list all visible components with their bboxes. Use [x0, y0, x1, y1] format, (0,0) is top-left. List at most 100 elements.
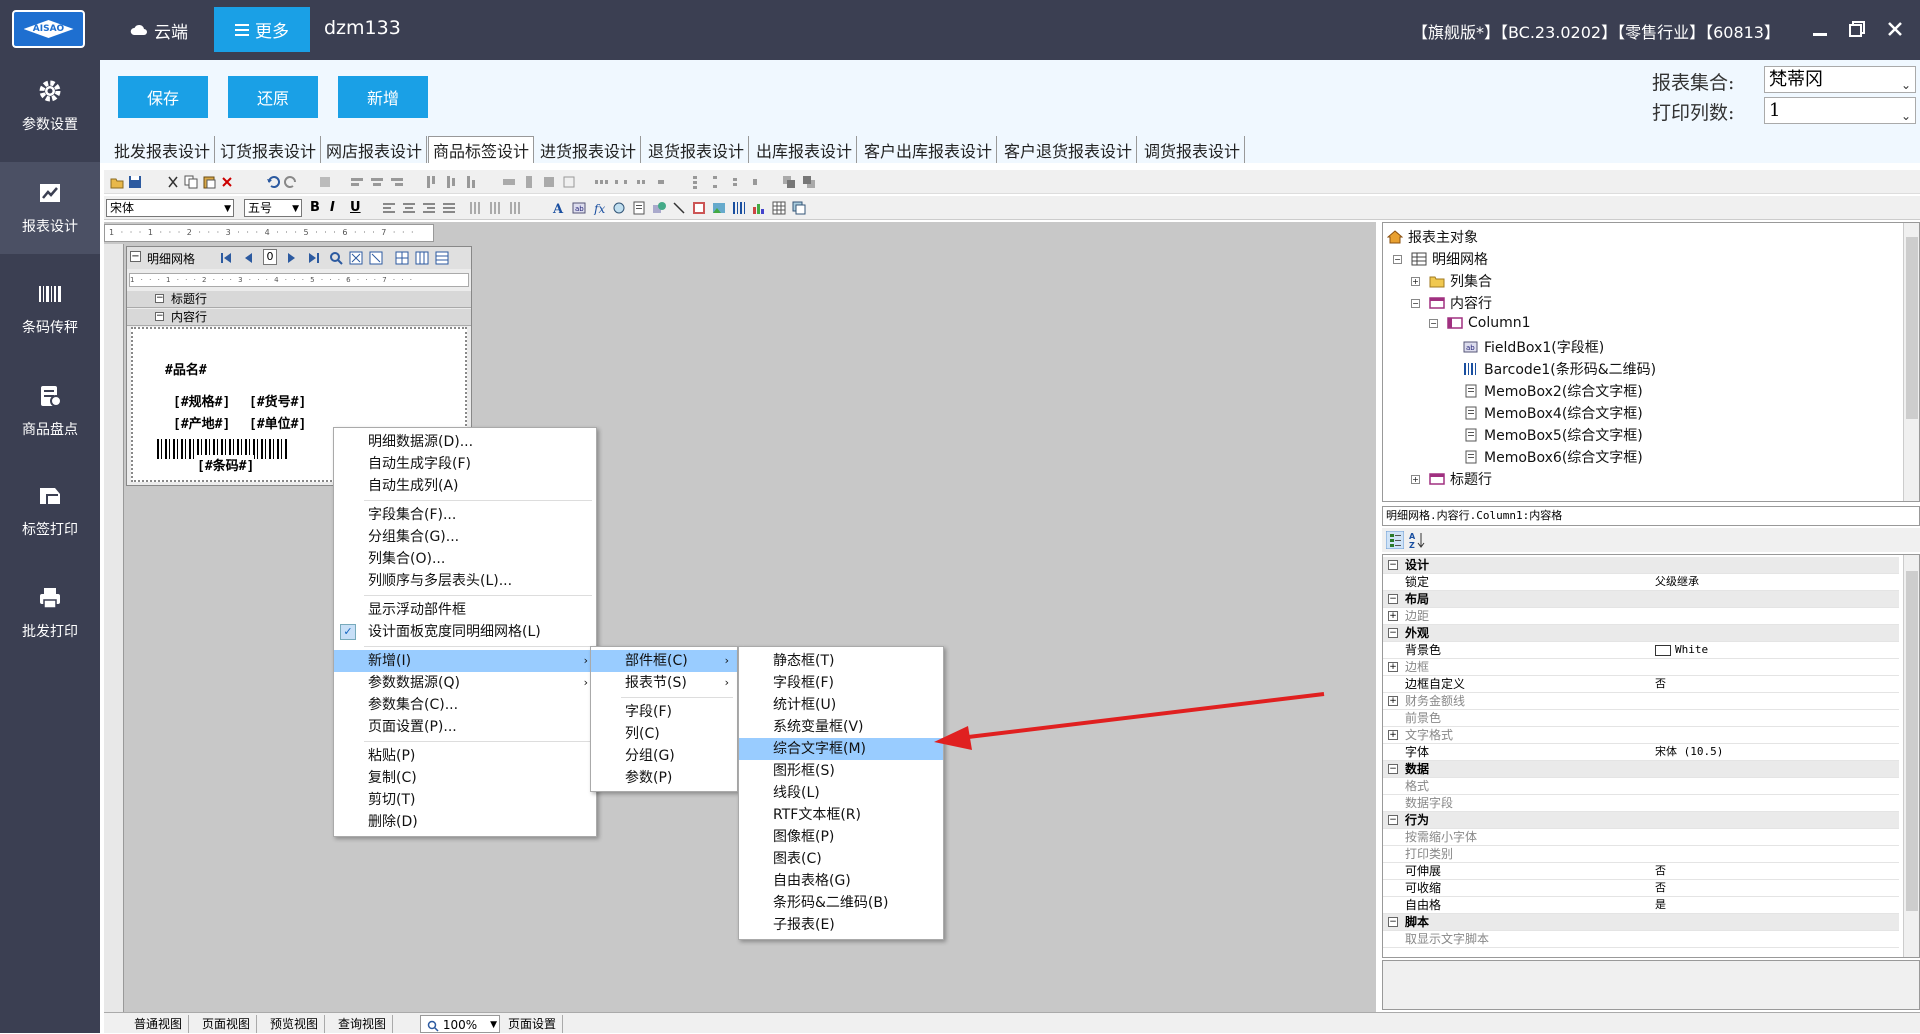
sidebar-item-report-design[interactable]: 报表设计 — [0, 162, 100, 254]
tree-item-fieldbox1[interactable]: ab FieldBox1(字段框) — [1463, 337, 1604, 357]
collapse-icon[interactable]: − — [1388, 917, 1398, 927]
tree-item-content-row[interactable]: − 内容行 — [1411, 293, 1492, 313]
shape-box-icon[interactable] — [652, 201, 666, 215]
vspace-dec-icon[interactable] — [728, 175, 742, 189]
tree-item-memobox6[interactable]: MemoBox6(综合文字框) — [1463, 447, 1643, 467]
align-top-icon[interactable] — [424, 175, 438, 189]
last-page-icon[interactable] — [307, 251, 321, 265]
prop-row[interactable]: + 边距 — [1383, 608, 1899, 625]
menu-item-copy[interactable]: 复制(C) — [334, 767, 596, 789]
next-page-icon[interactable] — [285, 251, 299, 265]
vspace-remove-icon[interactable] — [748, 175, 762, 189]
menu-item-column-order[interactable]: 列顺序与多层表头(L)... — [334, 570, 596, 592]
prop-row[interactable]: + 边框 — [1383, 659, 1899, 676]
scrollbar-thumb[interactable] — [1906, 237, 1918, 419]
align-left-icon[interactable] — [350, 175, 364, 189]
restore-button[interactable]: 还原 — [228, 76, 318, 118]
hspace-inc-icon[interactable] — [614, 175, 628, 189]
prop-row[interactable]: 背景色 White — [1383, 642, 1899, 659]
submenu-item-widget-box[interactable]: 部件框(C) › — [591, 650, 737, 672]
text-justify-icon[interactable] — [442, 201, 456, 215]
prev-page-icon[interactable] — [241, 251, 255, 265]
tree-item-column1[interactable]: − Column1 — [1429, 315, 1531, 331]
prop-row[interactable]: 数据字段 — [1383, 795, 1899, 812]
expand-icon[interactable]: + — [1411, 276, 1420, 286]
prop-row[interactable]: 锁定 父级继承 — [1383, 574, 1899, 591]
submenu-item-chart[interactable]: 图表(C) — [739, 848, 943, 870]
submenu-item-image-box[interactable]: 图像框(P) — [739, 826, 943, 848]
maximize-button[interactable] — [1842, 14, 1872, 44]
field-box-icon[interactable]: ab — [572, 201, 586, 215]
submenu-item-memo-box[interactable]: 综合文字框(M) — [739, 738, 943, 760]
tab-wholesale[interactable]: 批发报表设计 — [110, 136, 216, 163]
submenu-item-report-section[interactable]: 报表节(S) › — [591, 672, 737, 694]
insert-row-icon[interactable] — [349, 251, 363, 265]
cloud-button[interactable]: 云端 — [130, 16, 188, 44]
add-button[interactable]: 新增 — [338, 76, 428, 118]
undo-icon[interactable] — [266, 175, 280, 189]
prop-row[interactable]: + 文字格式 — [1383, 727, 1899, 744]
tree-item-barcode1[interactable]: Barcode1(条形码&二维码) — [1463, 359, 1656, 379]
prop-category[interactable]: − 行为 — [1383, 812, 1899, 829]
view-query[interactable]: 查询视图 — [332, 1015, 394, 1033]
prop-row[interactable]: 取显示文字脚本 — [1383, 931, 1899, 948]
tree-item-memobox2[interactable]: MemoBox2(综合文字框) — [1463, 381, 1643, 401]
prop-row[interactable]: 前景色 — [1383, 710, 1899, 727]
minimize-button[interactable] — [1805, 14, 1835, 44]
menu-item-column-collection[interactable]: 列集合(O)... — [334, 548, 596, 570]
align-right-icon[interactable] — [390, 175, 404, 189]
vspace-equal-icon[interactable] — [688, 175, 702, 189]
field-unit[interactable]: [#单位#] — [249, 413, 306, 432]
submenu-item-line[interactable]: 线段(L) — [739, 782, 943, 804]
tree-scrollbar[interactable] — [1903, 223, 1919, 501]
tree-item-memobox4[interactable]: MemoBox4(综合文字框) — [1463, 403, 1643, 423]
hspace-remove-icon[interactable] — [654, 175, 668, 189]
tab-online-store[interactable]: 网店报表设计 — [322, 136, 428, 163]
submenu-item-summary-box[interactable]: 统计框(U) — [739, 694, 943, 716]
submenu-item-field-box[interactable]: 字段框(F) — [739, 672, 943, 694]
submenu-item-subreport[interactable]: 子报表(E) — [739, 914, 943, 936]
tab-customer-return[interactable]: 客户退货报表设计 — [1000, 136, 1138, 163]
prop-row[interactable]: 打印类别 — [1383, 846, 1899, 863]
prop-category[interactable]: − 布局 — [1383, 591, 1899, 608]
property-object-path[interactable]: 明细网格.内容行.Column1:内容格 — [1382, 506, 1920, 526]
prop-row[interactable]: 字体 宋体 (10.5) — [1383, 744, 1899, 761]
submenu-item-column[interactable]: 列(C) — [591, 723, 737, 745]
view-normal[interactable]: 普通视图 — [128, 1015, 190, 1033]
collapse-icon[interactable]: − — [1388, 815, 1398, 825]
text-align-center-icon[interactable] — [402, 201, 416, 215]
same-height-icon[interactable] — [522, 175, 536, 189]
prop-row[interactable]: 自由格是 — [1383, 897, 1899, 914]
find-icon[interactable] — [329, 251, 343, 265]
line-icon[interactable] — [672, 201, 686, 215]
paste-icon[interactable] — [202, 175, 216, 189]
same-size-icon[interactable] — [542, 175, 556, 189]
align-middle-icon[interactable] — [444, 175, 458, 189]
field-item-code[interactable]: [#货号#] — [249, 391, 306, 410]
prop-category[interactable]: − 脚本 — [1383, 914, 1899, 931]
menu-item-field-collection[interactable]: 字段集合(F)... — [334, 504, 596, 526]
row-view-icon[interactable] — [435, 251, 449, 265]
tab-purchase[interactable]: 进货报表设计 — [536, 136, 642, 163]
tree-item-root[interactable]: 报表主对象 — [1387, 227, 1478, 247]
menu-item-add[interactable]: 新增(I) › — [334, 650, 596, 672]
page-number-input[interactable]: 0 — [263, 249, 277, 265]
sidebar-item-wholesale-print[interactable]: 批发打印 — [0, 567, 100, 659]
hspace-dec-icon[interactable] — [634, 175, 648, 189]
align-bottom-icon[interactable] — [464, 175, 478, 189]
scrollbar-thumb[interactable] — [1906, 571, 1918, 911]
print-cols-select[interactable]: 1 ⌄ — [1764, 97, 1916, 124]
submenu-item-free-table[interactable]: 自由表格(G) — [739, 870, 943, 892]
bring-front-icon[interactable] — [782, 175, 796, 189]
collapse-icon[interactable]: − — [1388, 628, 1398, 638]
submenu-item-param[interactable]: 参数(P) — [591, 767, 737, 789]
expand-icon[interactable]: + — [1388, 662, 1398, 672]
vspace-inc-icon[interactable] — [708, 175, 722, 189]
prop-category[interactable]: − 设计 — [1383, 557, 1899, 574]
tree-item-columns[interactable]: + 列集合 — [1411, 271, 1492, 291]
menu-item-delete[interactable]: 删除(D) — [334, 811, 596, 833]
expand-icon[interactable]: + — [1388, 730, 1398, 740]
image-box-icon[interactable] — [712, 201, 726, 215]
prop-row[interactable]: 可伸展否 — [1383, 863, 1899, 880]
field-barcode[interactable]: [#条码#] — [197, 455, 255, 474]
